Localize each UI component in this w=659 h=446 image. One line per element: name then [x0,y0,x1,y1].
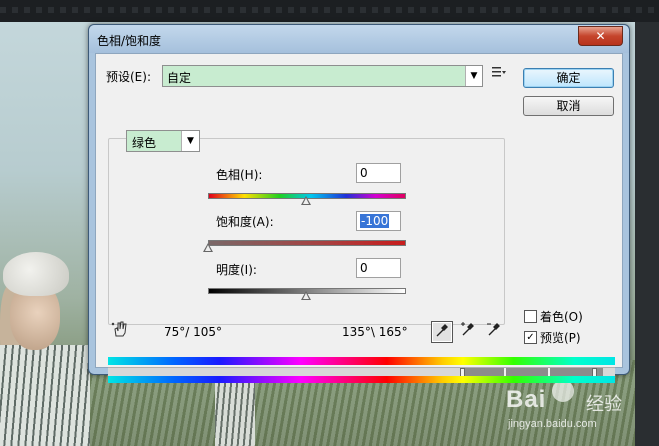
chevron-down-icon: ▼ [181,131,199,151]
girl-coat [0,345,90,446]
preview-label: 预览(P) [540,331,581,345]
saturation-slider-thumb[interactable] [203,243,213,252]
saturation-slider-track[interactable] [208,240,406,246]
panel-edge [635,22,659,446]
range-left-label: 75°/ 105° [164,325,223,339]
hue-input[interactable]: 0 [356,163,401,183]
eyedropper-plus-icon[interactable] [458,321,478,341]
baidu-watermark: Bai 经验 jingyan.baidu.com [506,378,636,436]
close-icon: ✕ [595,29,606,43]
colorize-checkbox[interactable] [524,310,537,323]
eyedropper-minus-glyph [487,323,500,336]
lightness-input[interactable]: 0 [356,258,401,278]
colorize-label: 着色(O) [540,310,583,324]
close-button[interactable]: ✕ [578,26,623,46]
channel-value: 绿色 [132,136,157,150]
preset-dropdown[interactable]: 自定 ▼ [162,65,483,87]
saturation-input[interactable]: -100 [356,211,401,231]
preview-checkbox[interactable]: ✓ [524,331,537,344]
checkmark-icon: ✓ [526,332,535,343]
cancel-button[interactable]: 取消 [523,96,614,116]
watermark-brand: Bai [506,386,547,413]
saturation-label: 饱和度(A): [216,215,274,229]
watermark-url: jingyan.baidu.com [508,418,597,430]
person-figure [215,372,255,446]
preset-options-icon[interactable] [492,66,508,82]
hue-label: 色相(H): [216,168,263,182]
watermark-service: 经验 [586,394,622,415]
lightness-value: 0 [360,261,368,275]
dialog-body: 预设(E): 自定 ▼ 确定 取消 绿色 ▼ 色相(H): 0 饱和度(A): [95,53,623,383]
ok-button[interactable]: 确定 [523,68,614,88]
targeted-adjustment-icon[interactable] [110,320,130,340]
chevron-down-icon: ▼ [465,66,482,86]
toolbar-strip [0,0,659,23]
dialog-title: 色相/饱和度 [97,34,162,48]
saturation-value: -100 [360,214,390,228]
preset-label: 预设(E): [106,70,151,84]
dialog-titlebar[interactable]: 色相/饱和度 ✕ [89,25,629,53]
hand-glyph [111,321,127,337]
hue-slider-thumb[interactable] [301,196,311,205]
range-right-label: 135°\ 165° [342,325,408,339]
girl-hat [3,252,69,296]
result-color-bar [108,376,615,383]
source-color-bar [108,357,615,365]
preset-value: 自定 [167,71,192,85]
lightness-label: 明度(I): [216,263,257,277]
eyedropper-icon[interactable] [431,321,453,343]
eyedropper-minus-icon[interactable] [484,321,504,341]
lightness-slider-thumb[interactable] [301,291,311,300]
hue-saturation-dialog: 色相/饱和度 ✕ 预设(E): 自定 ▼ 确定 取消 绿色 ▼ 色相(H): 0… [88,24,630,383]
hue-value: 0 [360,166,368,180]
list-menu-glyph [492,67,506,77]
eyedropper-plus-glyph [461,322,474,336]
channel-dropdown[interactable]: 绿色 ▼ [126,130,200,152]
baidu-paw-icon [552,380,574,402]
eyedropper-glyph [436,324,448,337]
